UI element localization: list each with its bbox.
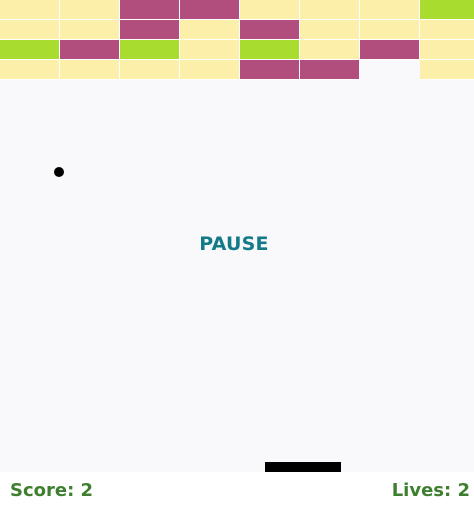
breakout-game[interactable]: PAUSE Score: 2 Lives: 2: [0, 0, 474, 512]
brick: [120, 20, 180, 40]
brick: [420, 20, 474, 40]
lives-display: Lives: 2: [391, 480, 470, 501]
hud-bar: Score: 2 Lives: 2: [0, 472, 474, 512]
brick: [360, 20, 420, 40]
brick: [300, 60, 360, 80]
brick: [420, 60, 474, 80]
brick: [0, 20, 60, 40]
brick: [180, 40, 240, 60]
brick: [300, 40, 360, 60]
pause-label: PAUSE: [199, 233, 269, 255]
brick: [60, 20, 120, 40]
brick: [180, 20, 240, 40]
brick: [240, 40, 300, 60]
paddle[interactable]: [265, 462, 341, 472]
brick: [300, 20, 360, 40]
brick: [120, 0, 180, 20]
brick: [180, 0, 240, 20]
ball: [54, 167, 64, 177]
brick: [360, 40, 420, 60]
brick: [0, 0, 60, 20]
brick: [0, 60, 60, 80]
score-display: Score: 2: [10, 480, 94, 501]
brick: [180, 60, 240, 80]
brick: [240, 20, 300, 40]
brick: [300, 0, 360, 20]
brick: [60, 0, 120, 20]
brick: [240, 0, 300, 20]
brick: [360, 0, 420, 20]
brick: [240, 60, 300, 80]
brick: [420, 0, 474, 20]
brick: [120, 60, 180, 80]
brick: [120, 40, 180, 60]
brick-grid: [0, 0, 474, 80]
brick: [420, 40, 474, 60]
brick: [60, 60, 120, 80]
brick: [60, 40, 120, 60]
playfield[interactable]: PAUSE: [0, 0, 474, 472]
brick: [0, 40, 60, 60]
